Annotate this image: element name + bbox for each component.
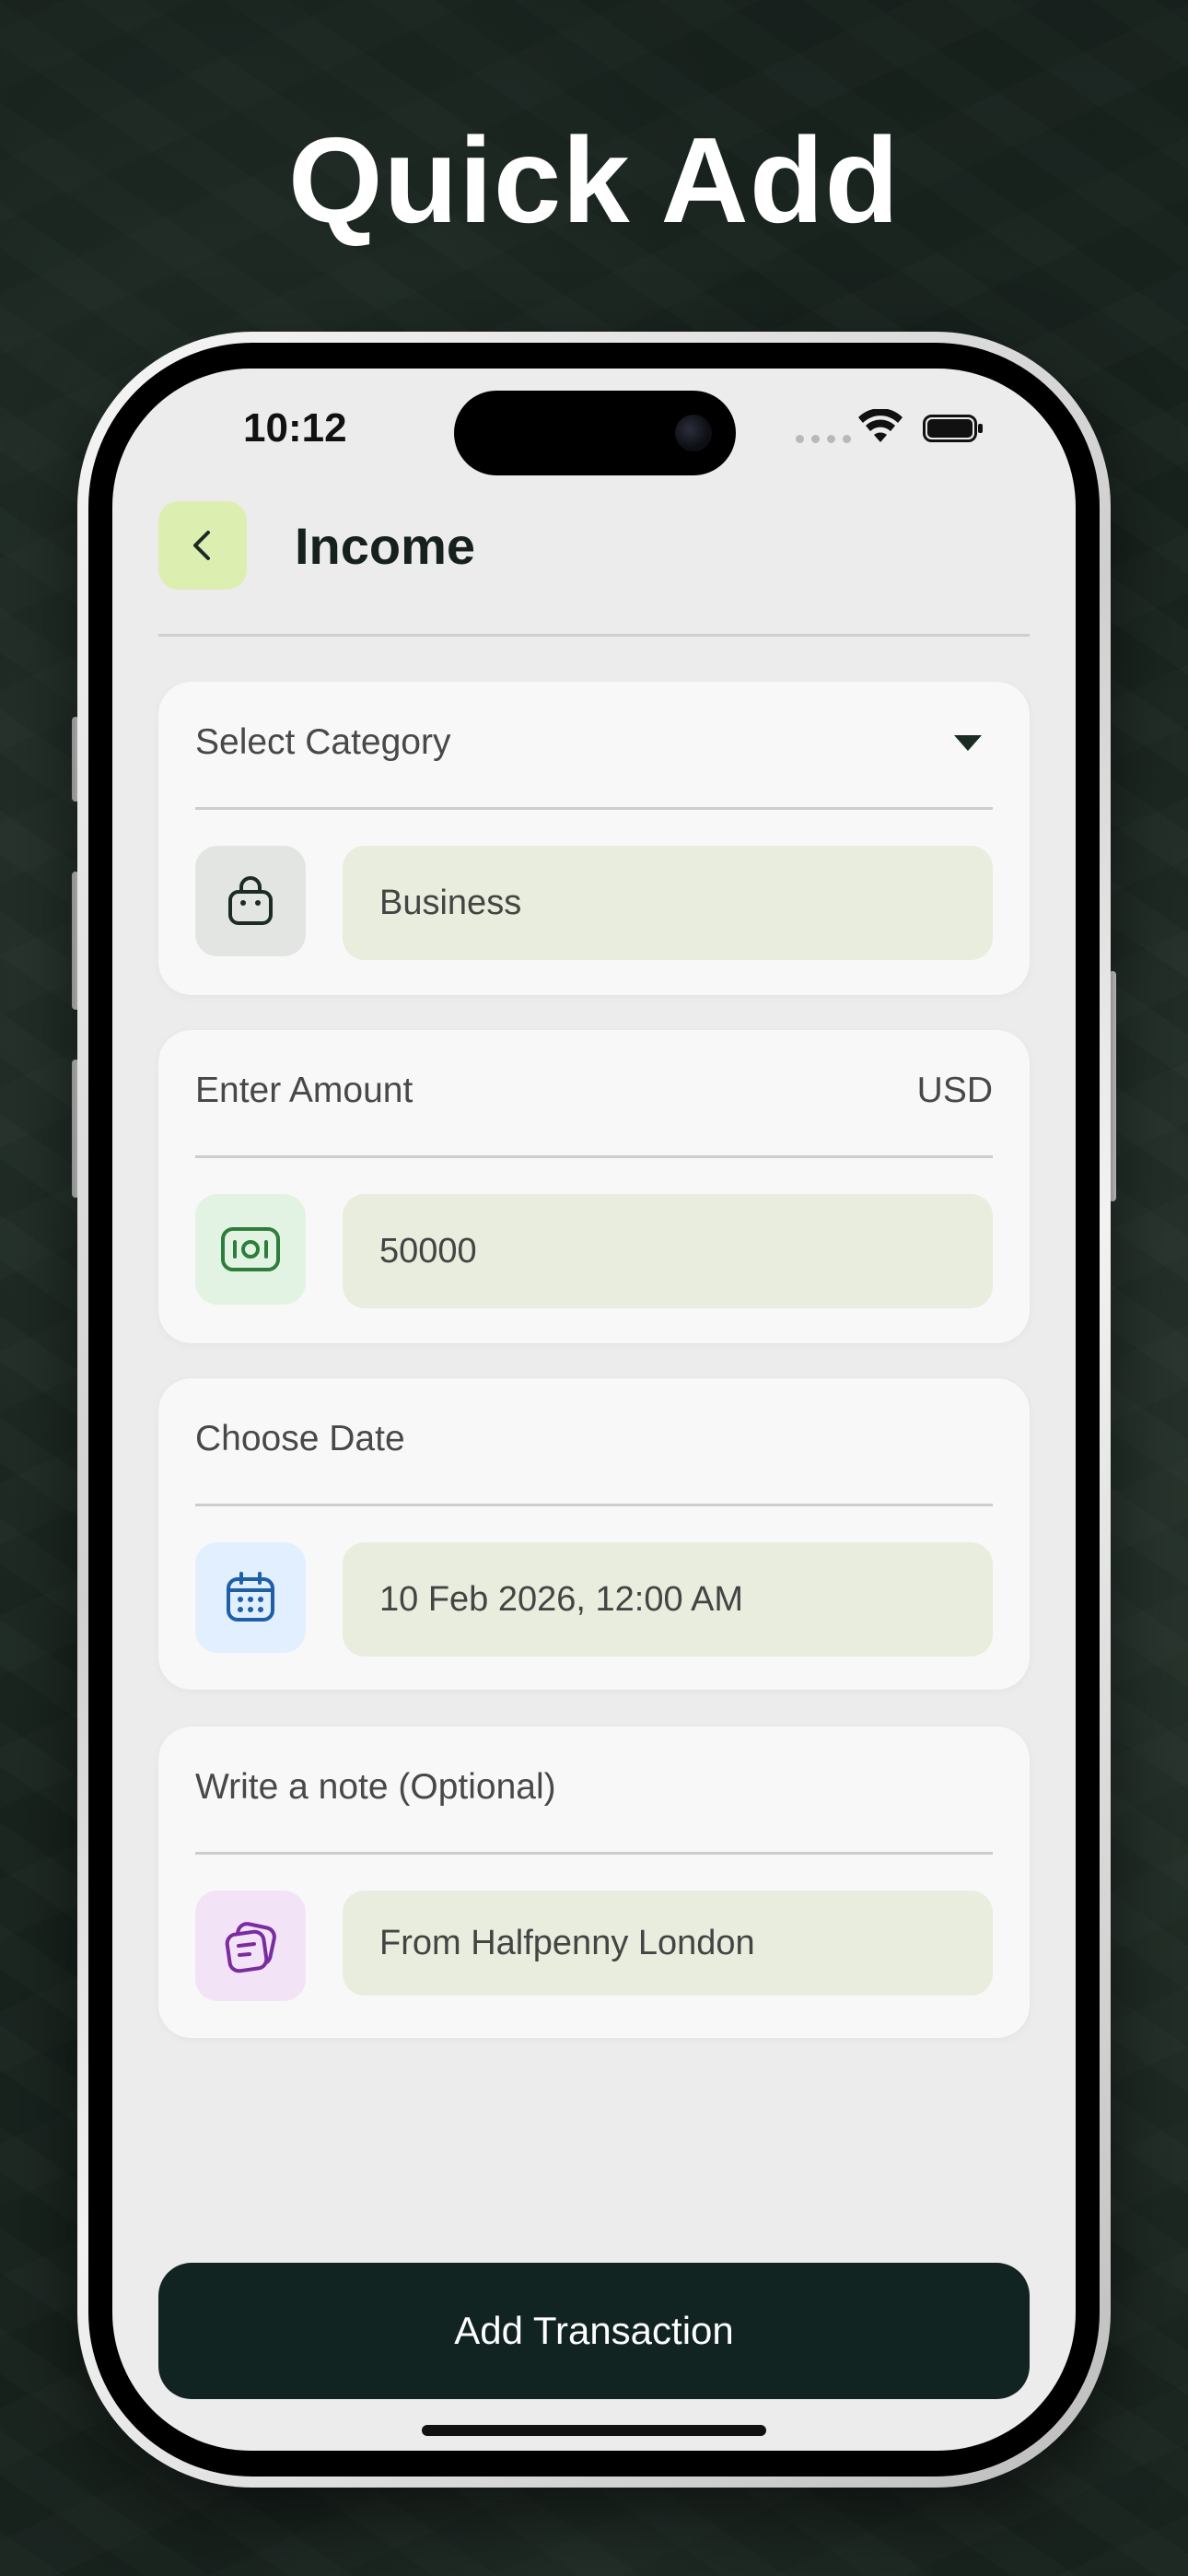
home-indicator[interactable]: [422, 2425, 766, 2436]
note-input[interactable]: From Halfpenny London: [343, 1891, 993, 1996]
status-bar: 10:12: [112, 369, 1076, 488]
battery-icon: [923, 415, 983, 442]
amount-input[interactable]: 50000: [343, 1194, 993, 1308]
category-icon-box: [195, 846, 306, 956]
chevron-left-icon: [193, 531, 210, 560]
note-icon-box: [195, 1891, 306, 2001]
calendar-icon: [227, 1572, 274, 1622]
date-card: Choose Date 10 Feb 2026, 12:00 AM: [158, 1378, 1030, 1690]
card-divider: [195, 807, 993, 810]
amount-card: Enter Amount USD 50000: [158, 1030, 1030, 1343]
amount-label: Enter Amount: [195, 1071, 413, 1110]
card-divider: [195, 1155, 993, 1158]
category-card: Select Category Business: [158, 682, 1030, 995]
page-title: Income: [295, 517, 476, 575]
front-camera-icon: [675, 415, 712, 451]
banknote-icon: [221, 1227, 280, 1271]
note-icon: [225, 1922, 276, 1973]
shopping-bag-icon: [228, 876, 273, 925]
card-divider: [195, 1504, 993, 1506]
category-field[interactable]: Business: [343, 846, 993, 960]
back-button[interactable]: [158, 501, 247, 590]
note-label: Write a note (Optional): [195, 1767, 556, 1807]
date-picker-field[interactable]: 10 Feb 2026, 12:00 AM: [343, 1542, 993, 1657]
add-transaction-button[interactable]: Add Transaction: [158, 2263, 1030, 2399]
dynamic-island: [454, 391, 736, 475]
screen-header: Income: [158, 501, 1030, 590]
date-icon-box: [195, 1542, 306, 1653]
currency-label[interactable]: USD: [917, 1071, 993, 1111]
status-time: 10:12: [243, 405, 347, 451]
note-card: Write a note (Optional) From Halfpenny L…: [158, 1727, 1030, 2038]
card-divider: [195, 1852, 993, 1855]
promo-headline: Quick Add: [287, 112, 901, 248]
date-label: Choose Date: [195, 1419, 405, 1458]
signal-dots-icon: [796, 435, 851, 443]
category-dropdown-label[interactable]: Select Category: [195, 722, 450, 763]
amount-icon-box: [195, 1194, 306, 1305]
header-divider: [158, 634, 1030, 637]
phone-screen: 10:12 Income Select Category Business En…: [112, 369, 1076, 2451]
caret-down-icon[interactable]: [954, 735, 982, 751]
wifi-icon: [858, 409, 903, 442]
